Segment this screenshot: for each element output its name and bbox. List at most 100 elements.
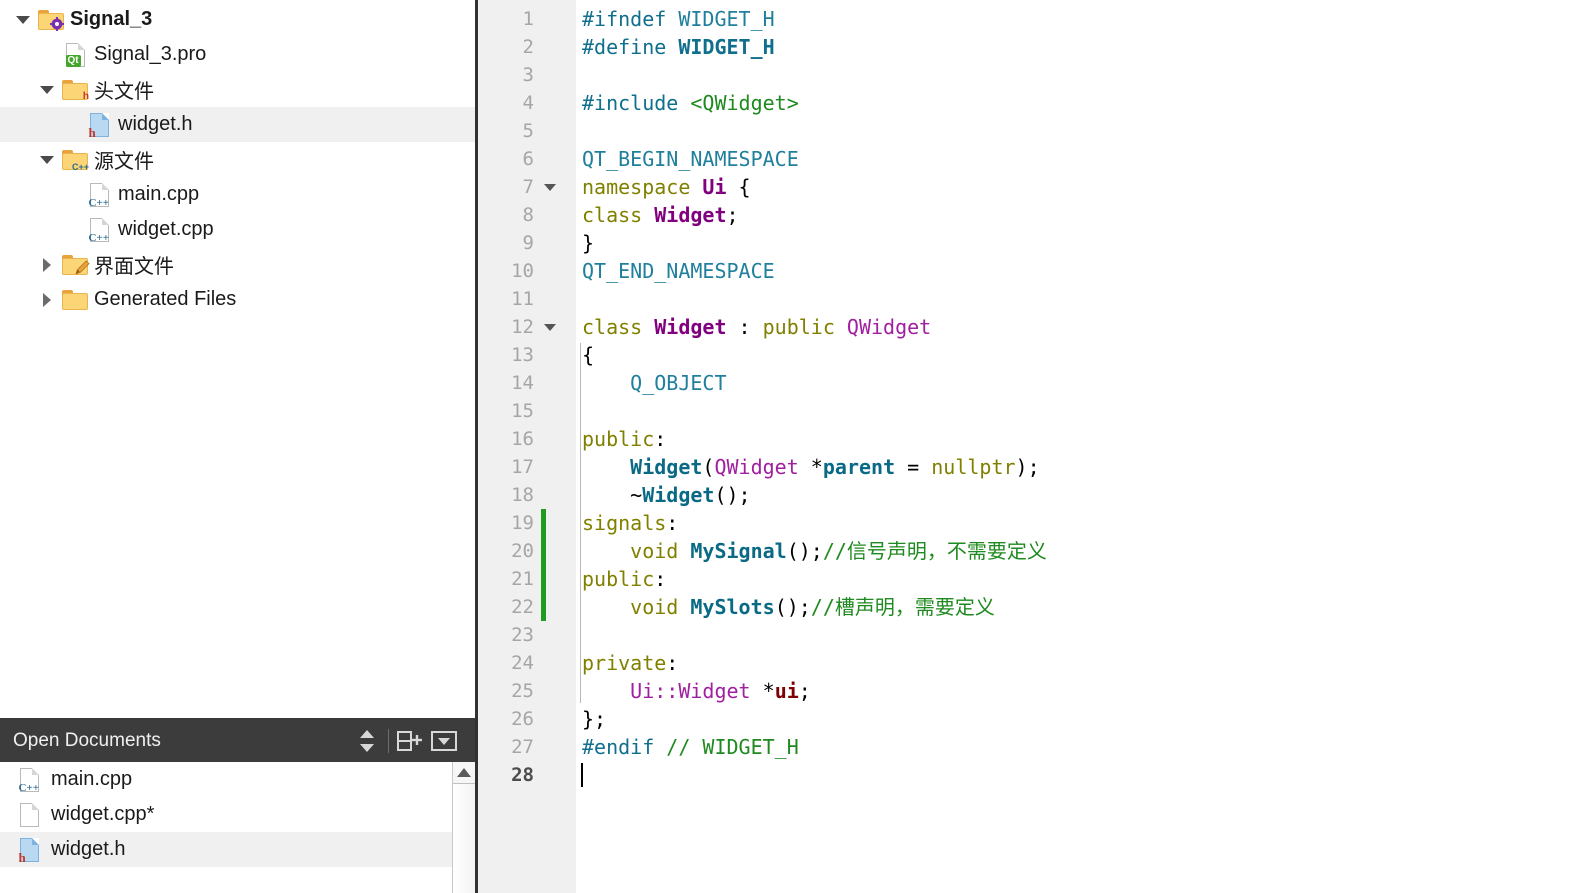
code-line[interactable] [582, 117, 1596, 145]
gutter-line[interactable]: 21 [478, 565, 576, 593]
gutter-line[interactable]: 27 [478, 733, 576, 761]
gutter-line[interactable]: 15 [478, 397, 576, 425]
code-token: //信号声明，不需要定义 [822, 539, 1047, 563]
indent-guide [580, 343, 581, 703]
tree-item-[interactable]: h 头文件 [0, 72, 475, 107]
code-token: ui [774, 679, 799, 703]
gutter-line[interactable]: 7 [478, 173, 576, 201]
code-line[interactable]: Widget(QWidget * parent = nullptr); [582, 453, 1596, 481]
gutter-line[interactable]: 25 [478, 677, 576, 705]
tree-item-GeneratedFiles[interactable]: Generated Files [0, 282, 475, 317]
gutter-line[interactable]: 8 [478, 201, 576, 229]
code-line[interactable] [582, 285, 1596, 313]
gutter-line[interactable]: 18 [478, 481, 576, 509]
gutter-line[interactable]: 11 [478, 285, 576, 313]
tree-item-Signal_3[interactable]: Signal_3 [0, 2, 475, 37]
code-token: { [726, 175, 751, 199]
gutter-line[interactable]: 1 [478, 5, 576, 33]
tree-item-[interactable]: C++ 源文件 [0, 142, 475, 177]
code-token: : [726, 315, 763, 339]
gutter-line[interactable]: 12 [478, 313, 576, 341]
tree-item-Signal_3.pro[interactable]: Qt Signal_3.pro [0, 37, 475, 72]
code-token: #ifndef [582, 7, 679, 31]
code-line[interactable]: private: [582, 649, 1596, 677]
sort-updown-icon[interactable] [350, 724, 384, 758]
code-line[interactable] [582, 761, 1596, 789]
code-line[interactable]: void MySignal ();//信号声明，不需要定义 [582, 537, 1596, 565]
chevron-down-icon[interactable] [10, 15, 36, 24]
gutter-line[interactable]: 5 [478, 117, 576, 145]
gutter-line[interactable]: 22 [478, 593, 576, 621]
code-line[interactable]: #define WIDGET_H [582, 33, 1596, 61]
code-line[interactable]: signals: [582, 509, 1596, 537]
code-token: QWidget [846, 315, 932, 339]
gutter-line[interactable]: 28 [478, 761, 576, 789]
open-document-item[interactable]: h widget.h [0, 832, 475, 867]
code-line[interactable] [582, 621, 1596, 649]
code-line[interactable]: #endif // WIDGET_H [582, 733, 1596, 761]
code-line[interactable]: { [582, 341, 1596, 369]
open-document-item[interactable]: widget.cpp* [0, 797, 475, 832]
code-line[interactable]: class Widget : public QWidget [582, 313, 1596, 341]
gutter-line[interactable]: 19 [478, 509, 576, 537]
gutter-line[interactable]: 17 [478, 453, 576, 481]
gutter-line[interactable]: 13 [478, 341, 576, 369]
tree-item-widget.cpp[interactable]: C++ widget.cpp [0, 212, 475, 247]
fold-collapse-icon[interactable] [536, 183, 564, 191]
code-line[interactable]: public: [582, 565, 1596, 593]
code-line[interactable]: namespace Ui { [582, 173, 1596, 201]
scroll-up-arrow-icon[interactable] [453, 762, 475, 784]
open-documents-list[interactable]: C++ main.cpp widget.cpp* h widget.h [0, 762, 475, 893]
open-document-item[interactable]: C++ main.cpp [0, 762, 475, 797]
chevron-right-icon[interactable] [34, 292, 60, 307]
chevron-down-icon[interactable] [34, 155, 60, 164]
code-line[interactable]: #ifndef WIDGET_H [582, 5, 1596, 33]
split-window-plus-icon[interactable] [393, 724, 427, 758]
tree-item-[interactable]: 界面文件 [0, 247, 475, 282]
code-line[interactable]: }; [582, 705, 1596, 733]
dropdown-box-icon[interactable] [427, 724, 461, 758]
gutter-line[interactable]: 16 [478, 425, 576, 453]
cpp-file-icon-wrap: C++ [84, 182, 114, 208]
editor-code-area[interactable]: #ifndef WIDGET_H #define WIDGET_H #includ… [576, 0, 1596, 893]
open-documents-scrollbar[interactable] [452, 762, 475, 893]
gutter-line[interactable]: 9 [478, 229, 576, 257]
code-line[interactable]: QT_BEGIN_NAMESPACE [582, 145, 1596, 173]
code-token: = [895, 455, 932, 479]
tree-item-main.cpp[interactable]: C++ main.cpp [0, 177, 475, 212]
gutter-line[interactable]: 14 [478, 369, 576, 397]
code-line[interactable]: } [582, 229, 1596, 257]
gutter-line[interactable]: 4 [478, 89, 576, 117]
gutter-line[interactable]: 24 [478, 649, 576, 677]
gutter-line[interactable]: 20 [478, 537, 576, 565]
chevron-down-icon[interactable] [34, 85, 60, 94]
code-token: class [582, 203, 655, 227]
gutter-line[interactable]: 10 [478, 257, 576, 285]
chevron-right-icon[interactable] [34, 257, 60, 272]
gutter-line[interactable]: 23 [478, 621, 576, 649]
code-line[interactable]: QT_END_NAMESPACE [582, 257, 1596, 285]
code-line[interactable]: ~ Widget (); [582, 481, 1596, 509]
open-documents-title: Open Documents [13, 730, 161, 751]
code-line[interactable] [582, 61, 1596, 89]
code-line[interactable]: void MySlots ();//槽声明，需要定义 [582, 593, 1596, 621]
gutter-line[interactable]: 26 [478, 705, 576, 733]
folder-h-icon: h [62, 79, 89, 101]
code-line[interactable]: public: [582, 425, 1596, 453]
code-line[interactable] [582, 397, 1596, 425]
folder-icon-wrap [60, 287, 90, 313]
fold-collapse-icon[interactable] [536, 323, 564, 331]
code-line[interactable]: class Widget; [582, 201, 1596, 229]
code-line[interactable]: #include <QWidget> [582, 89, 1596, 117]
editor-gutter[interactable]: 1 2 3 4 5 6 7 8 9 10 11 12 13 14 15 16 17 18 19 20 21 22 23 24 2… [478, 0, 576, 893]
code-editor[interactable]: 1 2 3 4 5 6 7 8 9 10 11 12 13 14 15 16 17 18 19 20 21 22 23 24 2… [478, 0, 1596, 893]
code-line[interactable]: Q_OBJECT [582, 369, 1596, 397]
gutter-line[interactable]: 6 [478, 145, 576, 173]
gutter-line[interactable]: 2 [478, 33, 576, 61]
code-token: public [582, 567, 655, 591]
folder-gear-icon [38, 9, 64, 31]
gutter-line[interactable]: 3 [478, 61, 576, 89]
code-line[interactable]: Ui::Widget * ui; [582, 677, 1596, 705]
tree-item-widget.h[interactable]: h widget.h [0, 107, 475, 142]
project-tree-view[interactable]: Signal_3 Qt Signal_3.pro h 头文件 h widget.h C++ 源文… [0, 0, 475, 718]
